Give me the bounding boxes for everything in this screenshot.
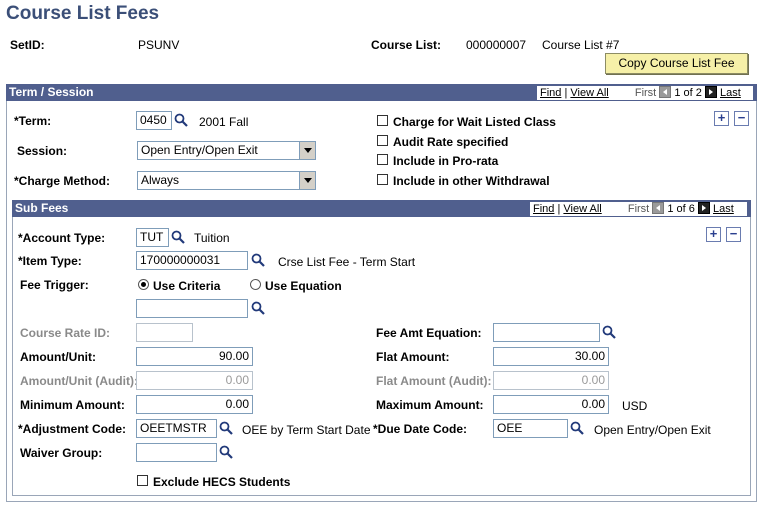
subfee-find-link[interactable]: Find: [533, 203, 554, 215]
setid-label: SetID:: [10, 38, 45, 52]
account-type-lookup-icon[interactable]: [171, 230, 185, 244]
add-term-row-icon[interactable]: +: [714, 111, 729, 126]
use-criteria-label: Use Criteria: [153, 279, 221, 293]
term-label: *Term:: [14, 114, 52, 128]
term-lookup-icon[interactable]: [174, 113, 188, 127]
sub-fees-title: Sub Fees: [15, 201, 69, 215]
item-type-input[interactable]: 170000000031: [136, 251, 248, 270]
other-withdrawal-checkbox[interactable]: [377, 174, 388, 185]
exclude-hecs-label: Exclude HECS Students: [153, 475, 291, 489]
sub-fees-panel: [12, 200, 751, 496]
delete-term-row-icon[interactable]: −: [734, 111, 749, 126]
subfee-view-all-link[interactable]: View All: [563, 203, 601, 215]
fee-amt-equation-input[interactable]: [493, 323, 600, 342]
fee-amt-equation-label: Fee Amt Equation:: [376, 326, 482, 340]
amount-unit-audit-label: Amount/Unit (Audit):: [20, 374, 138, 388]
waiver-group-lookup-icon[interactable]: [219, 445, 233, 459]
due-date-code-input[interactable]: OEE: [493, 419, 568, 438]
wait-listed-label: Charge for Wait Listed Class: [393, 115, 556, 129]
other-withdrawal-label: Include in other Withdrawal: [393, 174, 550, 188]
amount-unit-input[interactable]: 90.00: [136, 347, 253, 366]
adjustment-code-input[interactable]: OEETMSTR: [136, 419, 217, 438]
account-type-input[interactable]: TUT: [136, 228, 169, 247]
exclude-hecs-checkbox[interactable]: [137, 475, 148, 486]
course-rate-id-label: Course Rate ID:: [20, 326, 111, 340]
subfee-prev-arrow-icon[interactable]: [652, 202, 665, 214]
flat-amount-label: Flat Amount:: [376, 350, 450, 364]
add-subfee-row-icon[interactable]: +: [706, 227, 721, 242]
subfee-next-arrow-icon[interactable]: [697, 202, 710, 214]
due-date-code-lookup-icon[interactable]: [570, 421, 584, 435]
flat-amount-audit-label: Flat Amount (Audit):: [376, 374, 492, 388]
due-date-code-desc: Open Entry/Open Exit: [594, 423, 711, 437]
audit-rate-checkbox[interactable]: [377, 135, 388, 146]
maximum-amount-label: Maximum Amount:: [376, 398, 484, 412]
course-list-label: Course List:: [371, 38, 442, 52]
fee-trigger-input[interactable]: [136, 299, 248, 318]
delete-subfee-row-icon[interactable]: −: [726, 227, 741, 242]
session-select[interactable]: Open Entry/Open Exit: [137, 141, 316, 160]
maximum-amount-input[interactable]: 0.00: [493, 395, 609, 414]
session-label: Session:: [17, 144, 68, 158]
subfee-row-count: 1 of 6: [667, 203, 695, 215]
session-dropdown-icon[interactable]: [299, 142, 315, 159]
course-list-desc: Course List #7: [542, 38, 620, 52]
fee-trigger-lookup-icon[interactable]: [251, 301, 265, 315]
amount-unit-audit-input: 0.00: [136, 371, 253, 390]
session-value: Open Entry/Open Exit: [141, 143, 258, 157]
adjustment-code-lookup-icon[interactable]: [219, 421, 233, 435]
item-type-label: *Item Type:: [18, 254, 82, 268]
currency-code: USD: [622, 399, 648, 413]
account-type-label: *Account Type:: [18, 231, 106, 245]
charge-method-select[interactable]: Always: [137, 171, 316, 190]
charge-method-dropdown-icon[interactable]: [299, 172, 315, 189]
term-session-nav: Find | View All First 1 of 2 Last: [540, 86, 741, 99]
due-date-code-label: *Due Date Code:: [373, 422, 468, 436]
adjustment-code-label: *Adjustment Code:: [18, 422, 126, 436]
fee-trigger-label: Fee Trigger:: [20, 278, 89, 292]
term-last-link[interactable]: Last: [720, 87, 741, 99]
term-row-count: 1 of 2: [674, 87, 702, 99]
course-rate-id-input: [136, 323, 193, 342]
account-type-desc: Tuition: [194, 231, 230, 245]
wait-listed-checkbox[interactable]: [377, 115, 388, 126]
next-arrow-icon[interactable]: [704, 86, 717, 98]
course-list-value: 000000007: [466, 38, 527, 52]
use-equation-label: Use Equation: [265, 279, 342, 293]
charge-method-value: Always: [141, 173, 180, 187]
use-criteria-radio[interactable]: [138, 279, 149, 290]
pro-rata-label: Include in Pro-rata: [393, 154, 499, 168]
prev-arrow-icon[interactable]: [659, 86, 672, 98]
page-title: Course List Fees: [6, 3, 160, 24]
flat-amount-audit-input: 0.00: [493, 371, 609, 390]
term-first-label: First: [634, 87, 657, 99]
adjustment-code-desc: OEE by Term Start Date: [242, 423, 371, 437]
subfee-last-link[interactable]: Last: [713, 203, 734, 215]
copy-course-list-fee-button[interactable]: Copy Course List Fee: [605, 53, 748, 74]
term-input[interactable]: 0450: [136, 111, 172, 130]
flat-amount-input[interactable]: 30.00: [493, 347, 609, 366]
term-view-all-link[interactable]: View All: [570, 87, 608, 99]
charge-method-label: *Charge Method:: [14, 174, 110, 188]
amount-unit-label: Amount/Unit:: [20, 350, 96, 364]
waiver-group-input[interactable]: [136, 443, 217, 462]
setid-value: PSUNV: [138, 38, 180, 52]
audit-rate-label: Audit Rate specified: [393, 135, 509, 149]
sub-fees-nav: Find | View All First 1 of 6 Last: [533, 202, 734, 215]
term-find-link[interactable]: Find: [540, 87, 561, 99]
term-session-title: Term / Session: [9, 85, 94, 99]
minimum-amount-input[interactable]: 0.00: [136, 395, 253, 414]
item-type-lookup-icon[interactable]: [251, 253, 265, 267]
fee-amt-equation-lookup-icon[interactable]: [602, 325, 616, 339]
minimum-amount-label: Minimum Amount:: [20, 398, 125, 412]
subfee-first-label: First: [627, 203, 650, 215]
use-equation-radio[interactable]: [250, 279, 261, 290]
term-desc: 2001 Fall: [199, 115, 249, 129]
item-type-desc: Crse List Fee - Term Start: [278, 255, 416, 269]
pro-rata-checkbox[interactable]: [377, 154, 388, 165]
waiver-group-label: Waiver Group:: [20, 446, 103, 460]
